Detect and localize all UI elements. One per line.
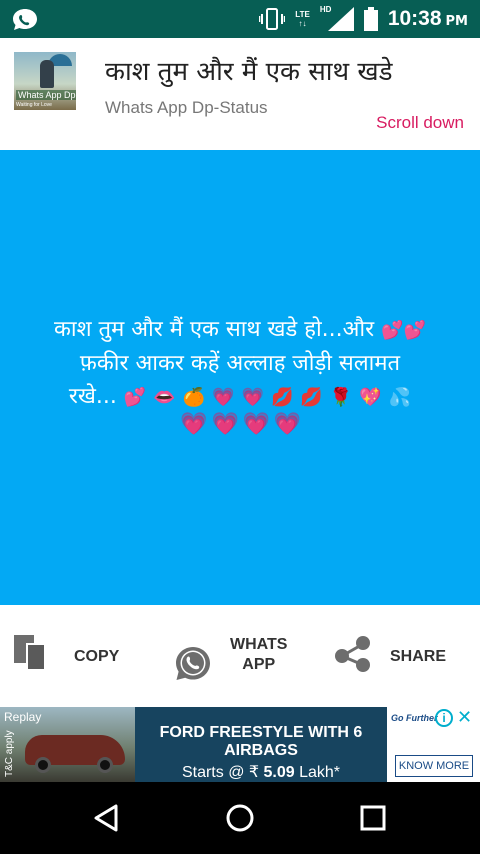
ad-tc-label: T&C apply	[4, 730, 15, 777]
ad-message: FORD FREESTYLE WITH 6 AIRBAGS Starts @ ₹…	[135, 707, 387, 782]
thumbnail-sublabel: Waiting for Love	[16, 102, 52, 108]
heart-emoji: 💗	[273, 412, 302, 437]
scroll-down-hint[interactable]: Scroll down	[376, 113, 464, 133]
message-line-2: फ़कीर आकर कहें अल्लाह जोड़ी सलामत	[79, 351, 401, 376]
ad-replay-button[interactable]: Replay	[4, 710, 41, 724]
emoji-9: 💦	[388, 387, 412, 408]
share-label: SHARE	[390, 648, 447, 665]
ad-close-icon[interactable]: ✕	[457, 707, 472, 728]
ad-info-icon[interactable]: i	[435, 709, 453, 727]
emoji-3: 💗	[212, 387, 235, 408]
network-type-label: LTE ↑↓	[295, 10, 310, 28]
clock-time: 10:38	[387, 7, 442, 30]
emoji-7: 🌹	[329, 387, 353, 408]
status-message-text[interactable]: काश तुम और मैं एक साथ खडे हो...और 💕💕 फ़क…	[6, 313, 474, 414]
clock-ampm: PM	[445, 14, 468, 29]
copy-icon	[14, 635, 50, 671]
signal-icon: HD	[320, 5, 354, 31]
emoji-6: 💋	[300, 387, 323, 408]
back-icon[interactable]	[90, 800, 126, 836]
status-bar: LTE ↑↓ HD 10:38 PM	[0, 0, 480, 38]
emoji-8: 💖	[359, 387, 382, 408]
action-bar: COPY WHATS APP SHARE	[0, 605, 480, 707]
whatsapp-notification-icon	[13, 9, 37, 30]
system-nav-bar	[0, 782, 480, 854]
whatsapp-icon	[176, 647, 210, 680]
app-thumbnail[interactable]: Whats App Dp Waiting for Love	[14, 52, 76, 110]
person-graphic	[40, 60, 54, 88]
battery-icon	[363, 7, 378, 31]
recent-apps-icon[interactable]	[355, 800, 391, 836]
message-line-3: रखे... 💕 👄 🍊 💗 💗 💋 💋 🌹 💖 💦	[68, 384, 412, 409]
whatsapp-label: WHATS APP	[230, 636, 288, 673]
copy-button[interactable]: COPY	[14, 635, 119, 685]
emoji-5: 💋	[270, 387, 294, 408]
heart-emoji-group: 💕💕	[381, 320, 426, 341]
ad-price: Starts @ ₹ 5.09 Lakh*	[181, 764, 341, 781]
thumbnail-label: Whats App Dp	[16, 90, 76, 100]
ad-brand-tagline: Go Further	[391, 713, 438, 723]
ad-banner[interactable]: Replay T&C apply FORD FREESTYLE WITH 6 A…	[0, 707, 480, 782]
home-icon[interactable]	[222, 800, 258, 836]
post-subtitle: Whats App Dp-Status	[105, 98, 268, 117]
message-line-1: काश तुम और मैं एक साथ खडे हो...और 💕💕	[53, 317, 426, 342]
share-icon	[335, 636, 370, 672]
car-graphic	[25, 735, 125, 773]
status-message-card: काश तुम और मैं एक साथ खडे हो...और 💕💕 फ़क…	[0, 150, 480, 605]
emoji-4: 💗	[241, 387, 264, 408]
ad-know-more-button[interactable]: KNOW MORE	[395, 755, 473, 777]
emoji-0: 💕	[123, 387, 147, 408]
post-header: Whats App Dp Waiting for Love काश तुम और…	[0, 38, 480, 150]
emoji-1: 👄	[153, 387, 176, 408]
copy-label: COPY	[74, 648, 120, 665]
share-button[interactable]: SHARE	[334, 635, 446, 685]
whatsapp-share-button[interactable]: WHATS APP	[174, 635, 287, 685]
ad-headline: FORD FREESTYLE WITH 6 AIRBAGS	[159, 724, 363, 759]
post-title: काश तुम और मैं एक साथ खडे	[105, 57, 393, 87]
heart-emoji: 💗	[211, 412, 239, 437]
heart-emoji: 💗	[180, 412, 208, 437]
ad-brand-panel: Go Further i ✕ KNOW MORE	[387, 707, 480, 782]
emoji-2: 🍊	[182, 387, 206, 408]
heart-emoji-row: 💗 💗 💗 💗	[0, 412, 480, 437]
vibrate-icon	[259, 8, 286, 30]
heart-emoji: 💗	[242, 412, 270, 437]
